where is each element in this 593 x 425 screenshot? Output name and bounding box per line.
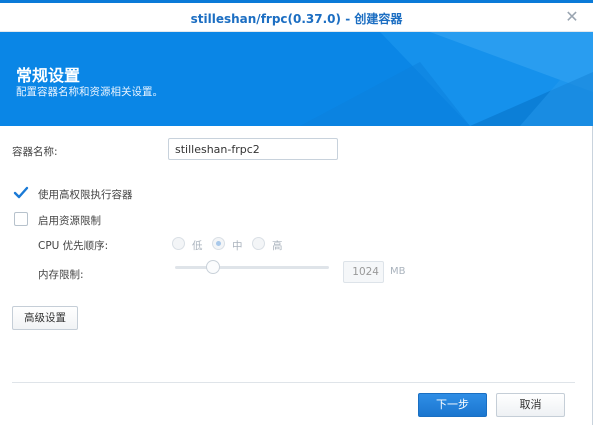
container-name-label: 容器名称:	[12, 146, 58, 158]
create-container-dialog: stilleshan/frpc(0.37.0) - 创建容器 ✕ 常规设置 配置…	[0, 0, 593, 425]
header-banner: 常规设置 配置容器名称和资源相关设置。	[0, 32, 593, 126]
footer-divider	[12, 382, 575, 383]
title-bar: stilleshan/frpc(0.37.0) - 创建容器 ✕	[0, 3, 593, 32]
cpu-low-label: 低	[192, 240, 203, 252]
checkmark-icon	[13, 186, 29, 199]
cpu-medium-radio[interactable]	[212, 237, 225, 250]
cpu-medium-label: 中	[232, 240, 243, 252]
window-title: stilleshan/frpc(0.37.0) - 创建容器	[190, 12, 403, 26]
cpu-high-label: 高	[272, 240, 283, 252]
memory-unit-label: MB	[390, 266, 406, 277]
next-button[interactable]: 下一步	[418, 393, 487, 417]
banner-background	[0, 32, 593, 126]
resource-limit-checkbox[interactable]	[14, 212, 28, 226]
banner-subtitle: 配置容器名称和资源相关设置。	[16, 86, 163, 98]
container-name-input[interactable]	[168, 138, 338, 160]
advanced-settings-button[interactable]: 高级设置	[12, 306, 78, 330]
resource-limit-label: 启用资源限制	[38, 215, 101, 227]
privileged-label: 使用高权限执行容器	[38, 189, 133, 201]
close-icon[interactable]: ✕	[563, 8, 581, 26]
cpu-priority-label: CPU 优先顺序:	[38, 240, 109, 252]
memory-slider-thumb[interactable]	[206, 260, 220, 274]
cancel-button[interactable]: 取消	[496, 393, 565, 417]
memory-slider-track[interactable]	[175, 266, 329, 269]
cpu-high-radio[interactable]	[252, 237, 265, 250]
cpu-low-radio[interactable]	[172, 237, 185, 250]
memory-limit-label: 内存限制:	[38, 269, 84, 281]
banner-title: 常规设置	[16, 66, 81, 85]
form-content: 容器名称: 使用高权限执行容器 启用资源限制 CPU 优先顺序: 低 中 高 内…	[0, 126, 593, 376]
privileged-checkbox[interactable]	[13, 186, 29, 200]
memory-value-input[interactable]: 1024	[343, 261, 384, 283]
